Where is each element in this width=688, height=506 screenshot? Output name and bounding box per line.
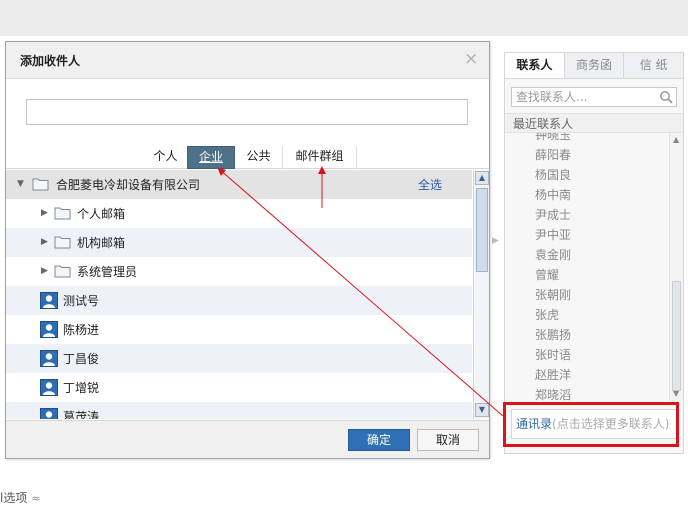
folder-icon <box>32 178 49 191</box>
tree-user-row[interactable]: 陈杨进 <box>6 315 472 344</box>
search-icon[interactable] <box>659 90 673 104</box>
recent-contacts-list: 钟晓玉 薛阳春 杨国良 杨中南 尹成士 尹中亚 袁金刚 曾耀 张朝刚 张虎 张鹏… <box>505 133 669 401</box>
contact-item[interactable]: 薛阳春 <box>505 145 669 165</box>
contact-item[interactable]: 尹中亚 <box>505 225 669 245</box>
folder-icon <box>54 236 71 249</box>
expand-triangle-icon[interactable]: ▶ <box>41 237 48 247</box>
tab-mail-groups[interactable]: 邮件群组 <box>283 146 357 169</box>
expand-triangle-icon[interactable]: ▶ <box>41 266 48 276</box>
tree-folder-row[interactable]: ▶ 机构邮箱 <box>6 228 472 257</box>
scrollbar-thumb[interactable] <box>672 281 681 391</box>
address-book-label: 通讯录 <box>516 417 553 431</box>
dialog-title: 添加收件人 <box>20 54 81 68</box>
contact-item[interactable]: 杨中南 <box>505 185 669 205</box>
tree-folder-label: 系统管理员 <box>77 265 138 279</box>
chevron-up-icon: ≈ <box>31 492 41 505</box>
tree-user-row[interactable]: 测试号 <box>6 286 472 315</box>
panel-collapse-icon[interactable]: ▶ <box>492 236 499 246</box>
ok-button[interactable]: 确定 <box>348 429 410 451</box>
scroll-up-icon[interactable]: ▲ <box>475 171 489 185</box>
top-bar <box>0 0 688 36</box>
scroll-down-icon[interactable]: ▼ <box>475 403 489 417</box>
scroll-down-icon[interactable]: ▼ <box>673 389 679 398</box>
tree-user-label: 丁增锐 <box>63 381 100 395</box>
tab-stationery[interactable]: 信 纸 <box>624 53 683 78</box>
tree-user-label: 测试号 <box>63 294 100 308</box>
tab-enterprise[interactable]: 企业 <box>187 146 235 169</box>
more-options-label: l选项 <box>0 491 28 505</box>
contact-item[interactable]: 赵胜洋 <box>505 365 669 385</box>
user-icon <box>40 408 58 419</box>
contact-item[interactable]: 钟晓玉 <box>505 133 669 145</box>
scroll-up-icon[interactable]: ▲ <box>673 135 679 144</box>
address-book-hint: (点击选择更多联系人) <box>552 417 670 431</box>
tree-scrollbar[interactable]: ▲ ▼ <box>473 170 489 419</box>
tree-user-row[interactable]: 丁增锐 <box>6 373 472 402</box>
dialog-header: 添加收件人 × <box>6 42 489 79</box>
user-icon <box>40 350 58 367</box>
tree-folder-row[interactable]: ▶ 系统管理员 <box>6 257 472 286</box>
tree-folder-label: 机构邮箱 <box>77 236 126 250</box>
collapse-triangle-icon[interactable]: ▼ <box>17 179 24 189</box>
tree-root-row[interactable]: ▼ 合肥菱电冷却设备有限公司 全选 <box>6 170 472 199</box>
tab-contacts[interactable]: 联系人 <box>505 53 565 78</box>
add-recipient-dialog: 添加收件人 × 个人 企业 公共 邮件群组 ▼ 合肥菱电冷却设备有限公司 全选 … <box>5 41 490 459</box>
folder-icon <box>54 207 71 220</box>
contact-item[interactable]: 张时语 <box>505 345 669 365</box>
contact-search-input[interactable]: 查找联系人... <box>511 87 677 107</box>
recipient-search-input[interactable] <box>26 99 468 125</box>
org-tree: ▼ 合肥菱电冷却设备有限公司 全选 ▶ 个人邮箱 ▶ 机构邮箱 ▶ 系统管理员 … <box>6 170 472 419</box>
cancel-button[interactable]: 取消 <box>417 429 479 451</box>
tree-root-label: 合肥菱电冷却设备有限公司 <box>56 178 201 192</box>
contacts-panel-tabs: 联系人 商务函 信 纸 <box>505 53 683 79</box>
dialog-tabs: 个人 企业 公共 邮件群组 <box>6 146 489 169</box>
scrollbar-thumb[interactable] <box>476 188 488 272</box>
address-book-button[interactable]: 通讯录(点击选择更多联系人) <box>511 409 677 439</box>
tree-user-row[interactable]: 葛茂涛 <box>6 402 472 419</box>
tab-business-letter[interactable]: 商务函 <box>565 53 625 78</box>
tree-user-label: 陈杨进 <box>63 323 100 337</box>
user-icon <box>40 321 58 338</box>
tree-folder-row[interactable]: ▶ 个人邮箱 <box>6 199 472 228</box>
recent-contacts-header: 最近联系人 <box>505 113 683 133</box>
tab-public[interactable]: 公共 <box>235 146 283 169</box>
tree-user-row[interactable]: 丁昌俊 <box>6 344 472 373</box>
contact-item[interactable]: 袁金刚 <box>505 245 669 265</box>
select-all-link[interactable]: 全选 <box>418 176 442 193</box>
user-icon <box>40 292 58 309</box>
contacts-panel: 联系人 商务函 信 纸 查找联系人... 最近联系人 钟晓玉 薛阳春 杨国良 杨… <box>504 52 684 454</box>
contact-item[interactable]: 杨国良 <box>505 165 669 185</box>
expand-triangle-icon[interactable]: ▶ <box>41 208 48 218</box>
contact-item[interactable]: 郑晓滔 <box>505 385 669 401</box>
more-options-toggle[interactable]: l选项 ≈ <box>0 489 41 506</box>
close-icon[interactable]: × <box>464 50 478 68</box>
contact-item[interactable]: 张朝刚 <box>505 285 669 305</box>
tree-user-label: 丁昌俊 <box>63 352 100 366</box>
tree-folder-label: 个人邮箱 <box>77 207 126 221</box>
contact-item[interactable]: 尹成士 <box>505 205 669 225</box>
dialog-footer: 确定 取消 <box>6 420 489 458</box>
tab-personal[interactable]: 个人 <box>144 146 188 169</box>
contact-item[interactable]: 张虎 <box>505 305 669 325</box>
tree-user-label: 葛茂涛 <box>63 410 100 419</box>
contact-item[interactable]: 张鹏扬 <box>505 325 669 345</box>
contacts-scrollbar[interactable]: ▲ ▼ <box>669 133 683 401</box>
folder-icon <box>54 265 71 278</box>
user-icon <box>40 379 58 396</box>
contact-item[interactable]: 曾耀 <box>505 265 669 285</box>
